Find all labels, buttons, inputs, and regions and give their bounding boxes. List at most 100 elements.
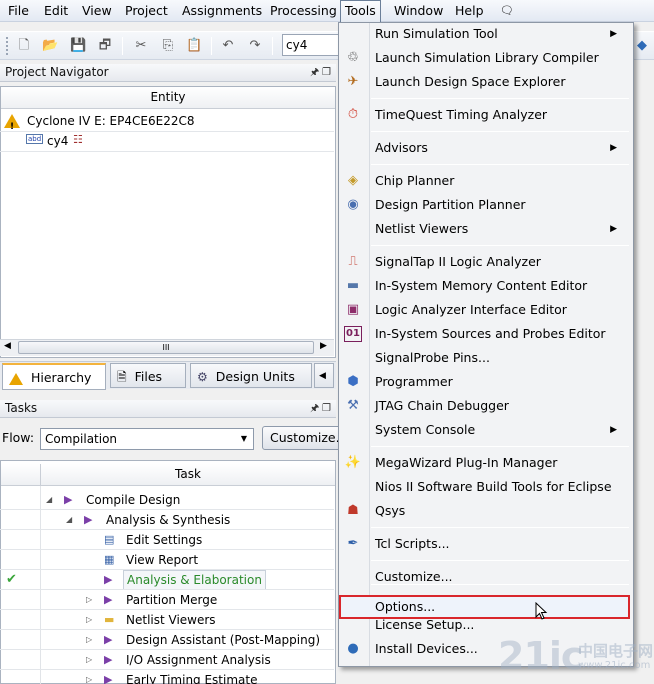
task-column-header[interactable]: Task	[41, 464, 335, 486]
collapse-arrow-icon[interactable]: ▷	[86, 630, 92, 650]
entity-label: cy4	[47, 134, 69, 148]
project-navigator-title: Project Navigator 🖈 ❐	[0, 64, 336, 82]
quartus-window: File Edit View Project Assignments Proce…	[0, 0, 654, 684]
redo-icon[interactable]: ↷	[247, 38, 263, 54]
expand-arrow-icon[interactable]: ◢	[66, 510, 72, 530]
entity-row[interactable]: abd cy4 ☷	[26, 131, 326, 151]
flow-dropdown[interactable]: Compilation ▼	[40, 428, 254, 450]
copy-icon[interactable]: ⎘	[160, 38, 176, 54]
new-file-icon[interactable]: 🗋	[16, 38, 32, 54]
task-row[interactable]: ▷ ▶ Partition Merge	[0, 590, 334, 610]
help-chat-icon[interactable]: 🗨	[499, 0, 515, 22]
abd-file-icon: abd	[26, 134, 44, 144]
task-row[interactable]: ▤ Edit Settings	[0, 530, 334, 550]
task-label: Early Timing Estimate	[126, 673, 258, 684]
tab-scroll-left[interactable]: ◀	[314, 363, 334, 388]
scroll-right-icon[interactable]: ▶	[320, 341, 327, 351]
task-label: I/O Assignment Analysis	[126, 653, 271, 667]
tab-design-units[interactable]: ⚙ Design Units	[190, 363, 312, 388]
device-row[interactable]: ! Cyclone IV E: EP4CE6E22C8	[4, 111, 334, 132]
menu-item-timequest-timing-analyzer[interactable]: ⏱ TimeQuest Timing Analyzer	[339, 103, 631, 127]
chip-icon: ◈	[348, 173, 358, 188]
menu-item-netlist-viewers[interactable]: Netlist Viewers ▶	[339, 217, 631, 241]
open-folder-icon[interactable]: 📂	[42, 38, 58, 54]
collapse-arrow-icon[interactable]: ▷	[86, 590, 92, 610]
menu-item-label: Qsys	[375, 503, 406, 518]
menu-item-options[interactable]: Options...	[339, 595, 631, 619]
menu-view[interactable]: View	[81, 0, 113, 22]
menu-item-design-partition-planner[interactable]: ◉ Design Partition Planner	[339, 193, 631, 217]
save-all-icon[interactable]: 🗗	[97, 38, 113, 54]
collapse-arrow-icon[interactable]: ▷	[86, 650, 92, 670]
menu-item-label: Launch Simulation Library Compiler	[375, 50, 599, 65]
menu-tools[interactable]: Tools	[340, 0, 381, 23]
menu-item-system-console[interactable]: System Console ▶	[339, 418, 631, 442]
scroll-left-icon[interactable]: ◀	[4, 341, 11, 351]
save-icon[interactable]: 💾	[70, 38, 86, 54]
status-column-header[interactable]	[1, 464, 41, 486]
chip-tool-icon[interactable]: ◆	[634, 38, 650, 54]
menu-separator	[371, 446, 629, 447]
menu-assignments[interactable]: Assignments	[181, 0, 263, 22]
tab-files[interactable]: 🗎 Files	[110, 363, 186, 388]
tab-hierarchy[interactable]: Hierarchy	[2, 363, 106, 390]
menu-item-in-system-memory-content-editor[interactable]: ▬ In-System Memory Content Editor	[339, 274, 631, 298]
expand-arrow-icon[interactable]: ◢	[46, 490, 52, 510]
feather-icon: ✒	[347, 536, 359, 551]
menu-item-signaltap-ii-logic-analyzer[interactable]: ⎍ SignalTap II Logic Analyzer	[339, 250, 631, 274]
menu-item-label: SignalProbe Pins...	[375, 350, 490, 365]
menu-project[interactable]: Project	[124, 0, 169, 22]
menu-item-signalprobe-pins[interactable]: SignalProbe Pins...	[339, 346, 631, 370]
task-row[interactable]: ◢ ▶ Analysis & Synthesis	[0, 510, 334, 530]
menu-item-in-system-sources-and-probes-editor[interactable]: 01 In-System Sources and Probes Editor	[339, 322, 631, 346]
task-row[interactable]: ▷ ▬ Netlist Viewers	[0, 610, 334, 630]
menu-item-nios-ii-software-build-tools-for-eclipse[interactable]: Nios II Software Build Tools for Eclipse	[339, 475, 631, 499]
task-label: Compile Design	[86, 493, 181, 507]
pin-icon[interactable]: 🖈	[310, 400, 319, 417]
menu-item-programmer[interactable]: ⬢ Programmer	[339, 370, 631, 394]
horizontal-scrollbar[interactable]: ◀ III ▶	[0, 339, 334, 356]
menu-item-megawizard-plug-in-manager[interactable]: ✨ MegaWizard Plug-In Manager	[339, 451, 631, 475]
pin-icon[interactable]: 🖈	[310, 64, 319, 81]
menu-processing[interactable]: Processing	[269, 0, 338, 22]
menu-item-tcl-scripts[interactable]: ✒ Tcl Scripts...	[339, 532, 631, 556]
cut-icon[interactable]: ✂	[133, 38, 149, 54]
collapse-arrow-icon[interactable]: ▷	[86, 610, 92, 630]
submenu-arrow-icon: ▶	[610, 425, 617, 435]
menu-item-logic-analyzer-interface-editor[interactable]: ▣ Logic Analyzer Interface Editor	[339, 298, 631, 322]
menu-item-chip-planner[interactable]: ◈ Chip Planner	[339, 169, 631, 193]
restore-icon[interactable]: ❐	[322, 400, 331, 417]
navigator-tabs: Hierarchy 🗎 Files ⚙ Design Units ◀	[0, 361, 336, 390]
submenu-arrow-icon: ▶	[610, 224, 617, 234]
menu-item-qsys[interactable]: ☗ Qsys	[339, 499, 631, 523]
run-task-icon: ▶	[84, 513, 93, 526]
menu-help[interactable]: Help	[454, 0, 485, 22]
menu-file[interactable]: File	[7, 0, 30, 22]
task-row[interactable]: ▷ ▶ I/O Assignment Analysis	[0, 650, 334, 670]
menu-item-label: In-System Memory Content Editor	[375, 278, 588, 293]
task-row[interactable]: ✔ ▶ Analysis & Elaboration	[0, 570, 334, 590]
task-row[interactable]: ▷ ▶ Early Timing Estimate	[0, 670, 334, 684]
task-row[interactable]: ◢ ▶ Compile Design	[0, 490, 334, 510]
toolbar-grip[interactable]	[6, 37, 10, 55]
menu-edit[interactable]: Edit	[43, 0, 69, 22]
menu-item-customize[interactable]: Customize...	[339, 565, 631, 589]
menu-window[interactable]: Window	[393, 0, 444, 22]
menu-item-launch-design-space-explorer[interactable]: ✈ Launch Design Space Explorer	[339, 70, 631, 94]
menu-item-advisors[interactable]: Advisors ▶	[339, 136, 631, 160]
entity-combo[interactable]: cy4	[282, 34, 342, 56]
toolbar-separator	[122, 37, 123, 55]
undo-icon[interactable]: ↶	[220, 38, 236, 54]
collapse-arrow-icon[interactable]: ▷	[86, 670, 92, 684]
paste-icon[interactable]: 📋	[186, 38, 202, 54]
task-label: Netlist Viewers	[126, 613, 216, 627]
restore-icon[interactable]: ❐	[322, 64, 331, 81]
task-row[interactable]: ▦ View Report	[0, 550, 334, 570]
menu-item-run-simulation-tool[interactable]: Run Simulation Tool ▶	[339, 22, 631, 46]
menu-item-launch-simulation-library-compiler[interactable]: ♲ Launch Simulation Library Compiler	[339, 46, 631, 70]
entity-column-header[interactable]: Entity	[1, 87, 335, 109]
task-row[interactable]: ▷ ▶ Design Assistant (Post-Mapping)	[0, 630, 334, 650]
menu-item-jtag-chain-debugger[interactable]: ⚒ JTAG Chain Debugger	[339, 394, 631, 418]
customize-button[interactable]: Customize...	[262, 426, 348, 450]
scroll-thumb[interactable]: III	[18, 341, 314, 354]
